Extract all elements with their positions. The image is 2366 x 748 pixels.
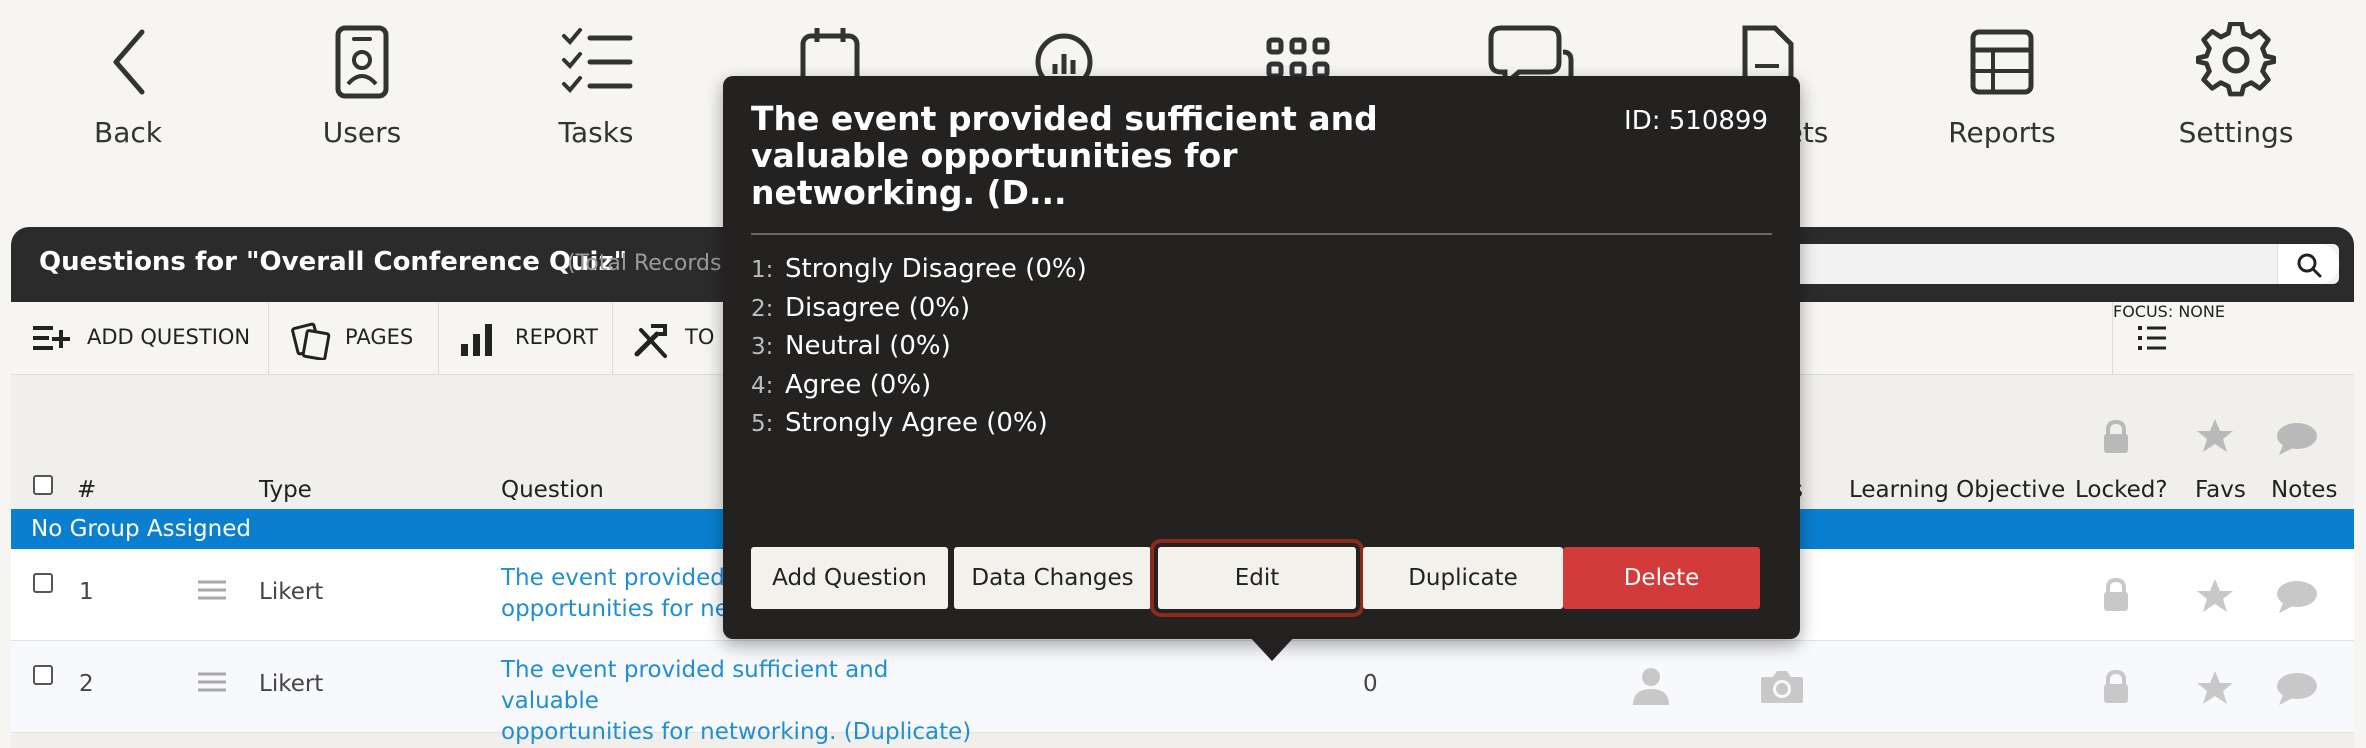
row-checkbox[interactable] <box>33 665 53 685</box>
edit-button[interactable]: Edit <box>1150 539 1364 617</box>
add-list-icon <box>33 326 70 350</box>
user-badge-icon <box>335 25 389 99</box>
answer-option: 4: Agree (0%) <box>751 370 1087 409</box>
answer-option: 5: Strongly Agree (0%) <box>751 408 1087 447</box>
nav-users-label: Users <box>322 116 402 149</box>
pages-label: PAGES <box>345 325 414 349</box>
nav-settings-label: Settings <box>2178 116 2294 149</box>
list-icon <box>2138 326 2166 350</box>
comment-icon <box>2277 423 2317 455</box>
pages-icon <box>291 322 331 360</box>
report-label: REPORT <box>515 325 598 349</box>
question-line: The event provided sufficient and valuab… <box>501 657 889 714</box>
column-notes[interactable]: Notes <box>2271 477 2337 503</box>
question-id: ID: 510899 <box>1624 106 1768 136</box>
person-icon[interactable] <box>1631 665 1671 705</box>
option-label: Strongly Disagree (0%) <box>785 254 1087 284</box>
table-icon <box>1970 29 2034 95</box>
option-label: Strongly Agree (0%) <box>785 408 1048 438</box>
nav-back[interactable]: Back <box>28 0 228 160</box>
data-changes-button[interactable]: Data Changes <box>954 547 1151 609</box>
answer-options: 1: Strongly Disagree (0%) 2: Disagree (0%)… <box>751 254 1087 447</box>
tools-icon <box>634 324 667 358</box>
panel-title: Questions for "Overall Conference Quiz" <box>39 247 628 277</box>
row-checkbox[interactable] <box>33 573 53 593</box>
star-icon[interactable] <box>2195 669 2235 707</box>
select-all-checkbox[interactable] <box>33 475 53 495</box>
nav-tasks-label: Tasks <box>558 116 634 149</box>
question-line: opportunities for networking. (Duplicate… <box>501 719 972 745</box>
star-icon[interactable] <box>2195 577 2235 615</box>
nav-tasks[interactable]: Tasks <box>496 0 696 160</box>
answer-option: 2: Disagree (0%) <box>751 293 1087 332</box>
popover-arrow <box>1248 635 1296 661</box>
nav-reports[interactable]: Reports <box>1902 0 2102 160</box>
drag-handle-icon[interactable] <box>197 579 227 601</box>
star-icon <box>2197 419 2233 452</box>
camera-icon[interactable] <box>1759 667 1805 705</box>
search-icon <box>2297 253 2322 278</box>
row-type: Likert <box>259 671 324 697</box>
bar-chart-icon <box>461 324 492 356</box>
search-button[interactable] <box>2277 244 2339 284</box>
option-number: 1: <box>751 257 774 283</box>
option-label: Neutral (0%) <box>785 331 951 361</box>
question-popover: The event provided sufficient and valuab… <box>723 76 1800 639</box>
drag-handle-icon[interactable] <box>197 671 227 693</box>
nav-reports-label: Reports <box>1948 116 2056 149</box>
gear-icon <box>2196 22 2276 97</box>
column-type[interactable]: Type <box>259 477 312 503</box>
option-label: Agree (0%) <box>785 369 932 400</box>
nav-back-label: Back <box>94 116 162 149</box>
row-type: Likert <box>259 579 324 605</box>
column-number[interactable]: # <box>77 477 96 503</box>
option-label: Disagree (0%) <box>785 292 971 323</box>
pages-button[interactable]: PAGES <box>269 302 439 375</box>
column-learning-objective[interactable]: Learning Objective <box>1849 477 2065 503</box>
column-question[interactable]: Question <box>501 477 604 503</box>
row-number: 1 <box>79 579 94 605</box>
nav-users[interactable]: Users <box>262 0 462 160</box>
answer-option: 1: Strongly Disagree (0%) <box>751 254 1087 293</box>
question-link[interactable]: The event provided sufficient and valuab… <box>501 655 981 748</box>
popover-title: The event provided sufficient and valuab… <box>751 99 1378 212</box>
group-label: No Group Assigned <box>31 516 251 542</box>
option-number: 4: <box>751 372 774 399</box>
lock-icon[interactable] <box>2101 669 2131 705</box>
lock-icon <box>2104 419 2128 453</box>
option-number: 3: <box>751 334 774 360</box>
option-number: 5: <box>751 411 774 437</box>
add-question-toolbar-button[interactable]: ADD QUESTION <box>11 302 269 375</box>
tools-label: TO <box>685 325 715 349</box>
chevron-left-icon <box>113 29 145 95</box>
comment-icon[interactable] <box>2275 579 2319 615</box>
answer-option: 3: Neutral (0%) <box>751 331 1087 370</box>
table-row[interactable]: 2 Likert The event provided sufficient a… <box>11 641 2354 745</box>
add-question-label: ADD QUESTION <box>87 325 251 349</box>
checklist-icon <box>562 28 633 93</box>
total-records: (Total Records: <box>567 251 729 276</box>
popover-divider <box>751 233 1772 235</box>
lock-icon[interactable] <box>2101 577 2131 613</box>
focus-button[interactable]: FOCUS: NONE <box>2112 302 2354 375</box>
delete-button[interactable]: Delete <box>1563 547 1760 609</box>
row-number: 2 <box>79 671 94 697</box>
focus-label: FOCUS: NONE <box>2113 302 2225 321</box>
column-favs[interactable]: Favs <box>2195 477 2246 503</box>
nav-settings[interactable]: Settings <box>2136 0 2336 160</box>
row-count: 0 <box>1363 671 1378 697</box>
option-number: 2: <box>751 295 774 322</box>
comment-icon[interactable] <box>2275 671 2319 707</box>
column-locked[interactable]: Locked? <box>2075 477 2168 503</box>
report-button[interactable]: REPORT <box>439 302 613 375</box>
add-question-button[interactable]: Add Question <box>751 547 948 609</box>
duplicate-button[interactable]: Duplicate <box>1363 547 1563 609</box>
